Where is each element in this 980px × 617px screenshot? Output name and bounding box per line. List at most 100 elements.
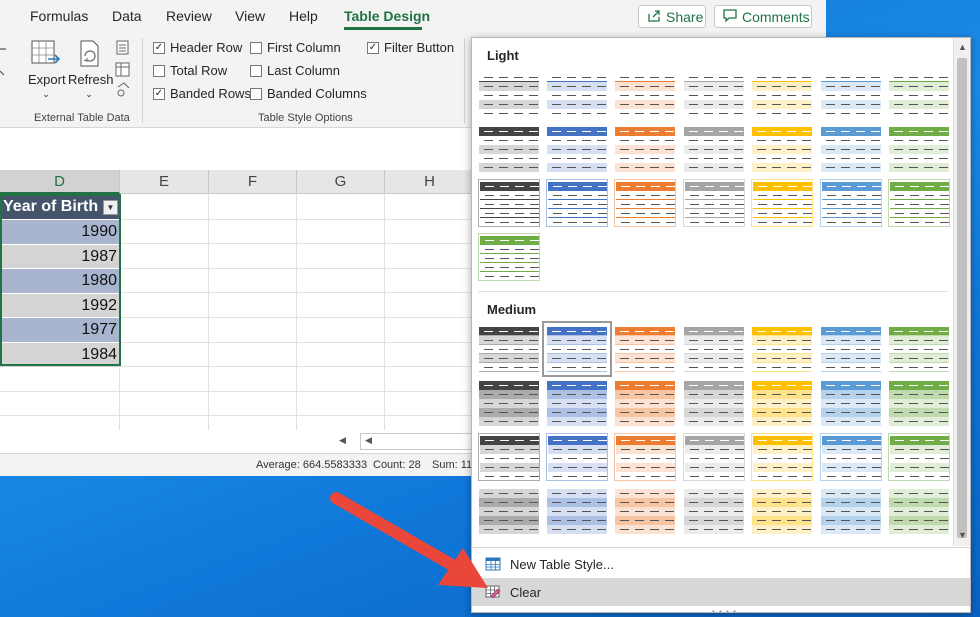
column-header-d[interactable]: D [0,170,120,194]
table-style-swatch[interactable] [683,325,745,373]
column-header-h[interactable]: H [385,170,475,194]
grid-cell[interactable] [209,244,297,269]
grid-cell[interactable] [297,391,385,417]
table-style-swatch[interactable] [820,71,882,119]
grid-cell[interactable] [209,318,297,343]
grid-cell[interactable] [120,318,209,343]
grid-cell[interactable] [209,268,297,294]
clear-menu-item[interactable]: Clear [472,578,970,606]
table-style-swatch[interactable] [888,379,950,427]
table-style-swatch[interactable] [478,379,540,427]
grid-cell[interactable] [297,416,385,430]
scroll-thumb[interactable] [957,58,967,538]
table-style-swatch[interactable] [546,487,608,535]
table-style-swatch[interactable] [683,433,745,481]
table-style-swatch[interactable] [478,433,540,481]
table-style-swatch[interactable] [478,325,540,373]
grid-cell[interactable] [120,391,209,417]
scroll-up-icon[interactable]: ▲ [955,40,970,55]
refresh-button[interactable]: Refresh ⌄ [68,39,114,100]
share-button[interactable]: Share [638,5,706,28]
table-cell[interactable]: 1992 [0,293,120,319]
table-style-swatch[interactable] [614,433,676,481]
table-cell[interactable]: 1987 [0,244,120,270]
table-style-swatch[interactable] [546,125,608,173]
grid-cell[interactable] [385,367,475,392]
total-row-checkbox[interactable]: Total Row [153,63,227,78]
table-style-swatch[interactable] [478,179,540,227]
table-style-swatch[interactable] [478,125,540,173]
header-row-checkbox[interactable]: ✓ Header Row [153,40,242,55]
scroll-left-icon[interactable]: ◀ [339,435,346,446]
resize-grip-icon[interactable]: • • • • [712,607,737,616]
table-style-swatch[interactable] [683,125,745,173]
grid-cell[interactable] [297,195,385,220]
table-style-swatch[interactable] [888,125,950,173]
grid-cell[interactable] [209,195,297,220]
export-button[interactable]: Export ⌄ [28,39,66,100]
grid-cell[interactable] [297,219,385,245]
grid-cell[interactable] [120,195,209,220]
column-header-e[interactable]: E [120,170,209,194]
table-style-swatch[interactable] [614,379,676,427]
grid-cell[interactable] [385,219,475,245]
table-style-swatch[interactable] [614,179,676,227]
grid-cell[interactable] [297,367,385,392]
grid-cell[interactable] [385,416,475,430]
table-style-swatch[interactable] [546,433,608,481]
horizontal-scrollbar[interactable]: ◀ ◀ [339,433,472,450]
properties-icon[interactable] [114,39,132,106]
table-style-swatch[interactable] [888,71,950,119]
grid-cell[interactable] [120,293,209,318]
table-style-swatch[interactable] [614,325,676,373]
table-style-swatch[interactable] [888,179,950,227]
last-column-checkbox[interactable]: Last Column [250,63,340,78]
gallery-scrollbar[interactable]: ▲ ▼ [953,38,970,546]
grid-cell[interactable] [297,318,385,343]
table-style-swatch[interactable] [751,179,813,227]
tab-view[interactable]: View [235,8,265,24]
table-style-swatch[interactable] [820,433,882,481]
grid-cell[interactable] [0,367,120,392]
table-style-swatch[interactable] [478,487,540,535]
table-style-swatch[interactable] [683,71,745,119]
table-style-swatch[interactable] [614,125,676,173]
table-style-swatch[interactable] [751,325,813,373]
table-style-swatch[interactable] [820,325,882,373]
grid-cell[interactable] [385,342,475,368]
table-style-swatch[interactable] [888,433,950,481]
table-style-swatch[interactable] [546,71,608,119]
grid-cell[interactable] [385,195,475,220]
comments-button[interactable]: Comments [714,5,812,28]
grid-cell[interactable] [120,268,209,294]
grid-cell[interactable] [385,391,475,417]
filter-dropdown-button[interactable]: ▼ [103,200,118,215]
new-table-style-menu-item[interactable]: New Table Style... [472,550,970,578]
table-cell[interactable]: 1980 [0,269,120,294]
grid-cell[interactable] [385,293,475,318]
tab-data[interactable]: Data [112,8,142,24]
table-style-swatch[interactable] [683,379,745,427]
grid-cell[interactable] [120,342,209,368]
tab-formulas[interactable]: Formulas [30,8,88,24]
table-style-swatch[interactable] [683,179,745,227]
grid-cell[interactable] [120,416,209,430]
table-style-swatch[interactable] [542,321,612,377]
scroll-down-icon[interactable]: ▼ [955,528,970,543]
tab-table-design[interactable]: Table Design [344,8,430,24]
grid-cell[interactable] [385,318,475,343]
table-style-swatch[interactable] [820,125,882,173]
grid-cell[interactable] [385,268,475,294]
table-cell[interactable]: 1984 [0,343,120,368]
tab-review[interactable]: Review [166,8,212,24]
table-style-swatch[interactable] [820,179,882,227]
column-header-g[interactable]: G [297,170,385,194]
table-style-swatch[interactable] [683,487,745,535]
table-style-swatch[interactable] [751,379,813,427]
grid-cell[interactable] [209,293,297,318]
table-style-swatch[interactable] [751,433,813,481]
grid-cell[interactable] [209,391,297,417]
table-style-swatch[interactable] [614,71,676,119]
grid-cell[interactable] [297,244,385,269]
table-style-swatch[interactable] [888,325,950,373]
